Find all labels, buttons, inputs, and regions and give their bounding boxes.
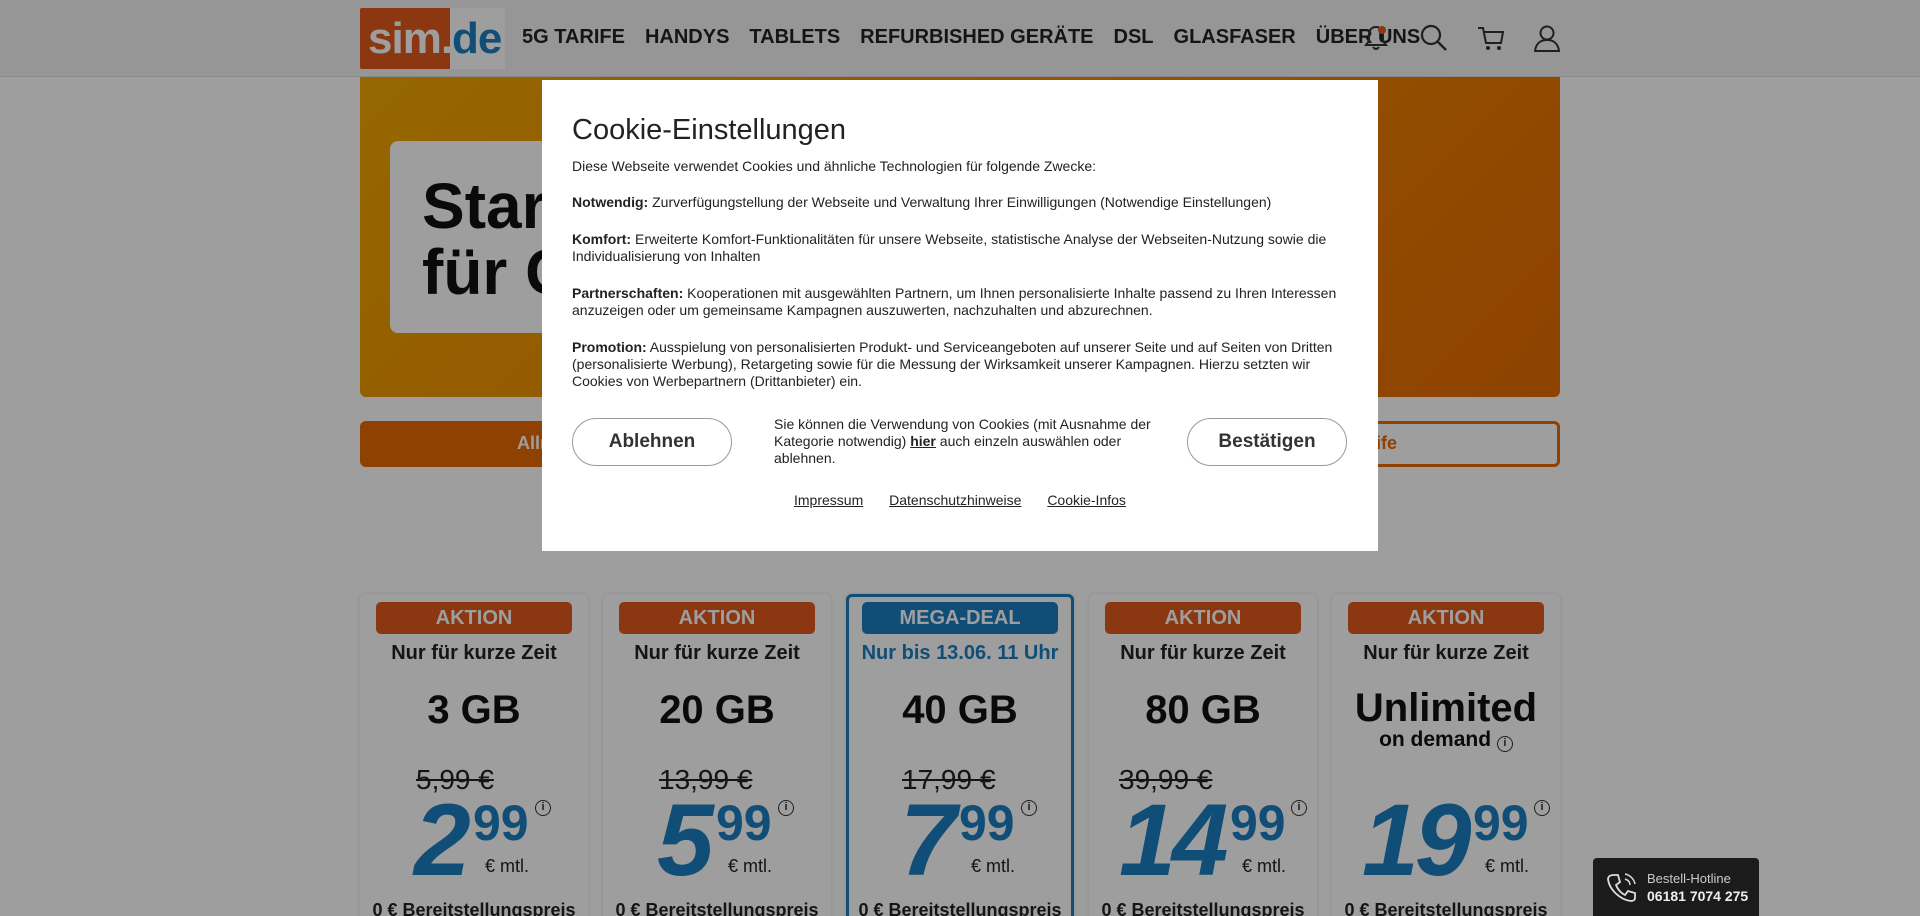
section-text: Kooperationen mit ausgewählten Partnern,…	[572, 285, 1337, 318]
section-label: Promotion:	[572, 339, 647, 355]
datenschutz-link[interactable]: Datenschutzhinweise	[889, 492, 1021, 508]
order-hotline-widget[interactable]: Bestell-Hotline 06181 7074 275	[1593, 858, 1759, 916]
cookie-infos-link[interactable]: Cookie-Infos	[1047, 492, 1126, 508]
section-label: Komfort:	[572, 231, 632, 247]
dialog-title: Cookie-Einstellungen	[572, 114, 847, 146]
section-text: Ausspielung von personalisierten Produkt…	[572, 339, 1333, 389]
reject-button[interactable]: Ablehnen	[572, 418, 732, 466]
phone-icon	[1607, 873, 1636, 902]
dialog-footer-links: Impressum Datenschutzhinweise Cookie-Inf…	[794, 492, 1148, 508]
cookie-settings-link[interactable]: hier	[910, 433, 936, 449]
dialog-intro: Diese Webseite verwendet Cookies und ähn…	[572, 158, 1097, 174]
cookie-section-komfort: Komfort: Erweiterte Komfort-Funktionalit…	[572, 231, 1352, 265]
hotline-number: 06181 7074 275	[1647, 888, 1749, 904]
cookie-settings-hint: Sie können die Verwendung von Cookies (m…	[774, 416, 1154, 467]
section-text: Erweiterte Komfort-Funktionalitäten für …	[572, 231, 1327, 264]
section-label: Notwendig:	[572, 194, 649, 210]
cookie-section-notwendig: Notwendig: Zurverfügungstellung der Webs…	[572, 194, 1352, 211]
cookie-section-promotion: Promotion: Ausspielung von personalisier…	[572, 339, 1352, 390]
section-label: Partnerschaften:	[572, 285, 684, 301]
impressum-link[interactable]: Impressum	[794, 492, 863, 508]
cookie-section-partnerschaften: Partnerschaften: Kooperationen mit ausge…	[572, 285, 1352, 319]
cookie-consent-dialog: Cookie-Einstellungen Diese Webseite verw…	[542, 80, 1378, 551]
confirm-button[interactable]: Bestätigen	[1187, 418, 1347, 466]
section-text: Zurverfügungstellung der Webseite und Ve…	[652, 194, 1272, 210]
hotline-label: Bestell-Hotline	[1647, 871, 1731, 886]
